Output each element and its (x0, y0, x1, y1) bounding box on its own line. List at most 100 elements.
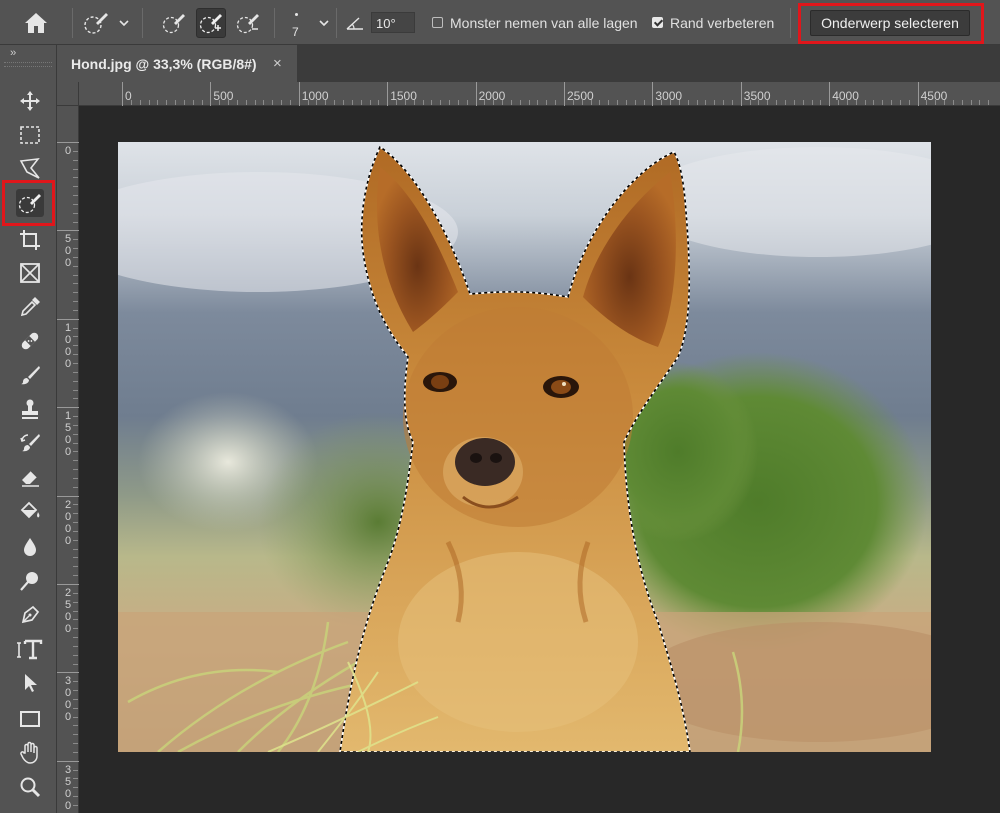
vertical-ruler[interactable]: 0 500 1000 1500 2000 2500 3000 3500 (57, 106, 79, 813)
brush-icon (21, 366, 40, 385)
ruler-minor-tick (661, 100, 663, 105)
ruler-minor-tick (73, 292, 78, 294)
enhance-edge-label: Rand verbeteren (670, 14, 775, 31)
ruler-minor-tick (245, 100, 247, 105)
history-brush-tool[interactable] (16, 429, 44, 457)
document-title: Hond.jpg @ 33,3% (RGB/8#) (71, 55, 257, 72)
ruler-minor-tick (73, 424, 78, 426)
ruler-minor-tick (130, 100, 132, 105)
eraser-tool[interactable] (16, 463, 44, 491)
ruler-minor-tick (73, 380, 78, 382)
ruler-minor-tick (73, 698, 78, 700)
checkbox-unchecked[interactable] (432, 17, 443, 28)
ruler-label: 3500 (64, 763, 72, 812)
horizontal-ruler[interactable]: 0 500 1000 1500 2000 2500 3000 3500 4000 4500 (79, 82, 1000, 106)
home-button[interactable] (24, 0, 48, 45)
brush-dot-icon (295, 13, 298, 16)
chevron-down-icon (319, 19, 329, 26)
ruler-minor-tick (590, 100, 592, 105)
eyedropper-tool[interactable] (16, 293, 44, 321)
type-tool[interactable] (16, 635, 44, 663)
ruler-minor-tick (820, 100, 822, 105)
ruler-minor-tick (281, 100, 283, 105)
ruler-minor-tick (369, 100, 371, 105)
ruler-origin[interactable] (57, 82, 79, 106)
ruler-minor-tick (73, 371, 78, 373)
move-icon (20, 91, 40, 111)
add-to-selection-button[interactable] (196, 7, 226, 38)
ruler-label: 500 (213, 89, 234, 103)
ruler-minor-tick (502, 100, 504, 105)
rectangle-tool[interactable] (16, 705, 44, 733)
dog-photo[interactable] (118, 142, 931, 752)
crop-icon (20, 230, 40, 250)
ruler-minor-tick (73, 513, 78, 515)
ruler-major-tick (57, 318, 79, 320)
frame-tool[interactable] (16, 259, 44, 287)
ruler-minor-tick (73, 212, 78, 214)
paint-bucket-tool[interactable] (16, 497, 44, 525)
ruler-minor-tick (73, 265, 78, 267)
zoom-tool[interactable] (16, 773, 44, 801)
brush-size-picker[interactable]: 7 (290, 0, 330, 45)
ruler-minor-tick (988, 100, 990, 105)
dodge-tool[interactable] (16, 567, 44, 595)
checkbox-checked[interactable] (652, 17, 663, 28)
crop-tool[interactable] (16, 226, 44, 254)
ruler-minor-tick (73, 716, 78, 718)
ruler-major-tick (57, 672, 79, 674)
ruler-minor-tick (73, 522, 78, 524)
ruler-minor-tick (846, 100, 848, 105)
ruler-minor-tick (73, 548, 78, 550)
ruler-minor-tick (73, 283, 78, 285)
ruler-minor-tick (935, 100, 937, 105)
marquee-tool[interactable] (16, 121, 44, 149)
select-subject-button[interactable]: Onderwerp selecteren (810, 10, 970, 36)
clone-stamp-tool[interactable] (16, 395, 44, 423)
collapse-toolbar-icon[interactable]: ›› (10, 47, 16, 59)
sample-all-layers-checkbox[interactable]: Monster nemen van alle lagen (432, 0, 638, 45)
ruler-minor-tick (73, 575, 78, 577)
enhance-edge-checkbox[interactable]: Rand verbeteren (652, 0, 774, 45)
ruler-major-tick (475, 82, 477, 106)
ruler-minor-tick (272, 100, 274, 105)
path-selection-tool[interactable] (16, 669, 44, 697)
hand-tool[interactable] (16, 739, 44, 767)
tool-preset-picker[interactable] (82, 0, 130, 45)
ruler-major-tick (57, 230, 79, 232)
ruler-minor-tick (891, 100, 893, 105)
ruler-minor-tick (73, 477, 78, 479)
ruler-minor-tick (73, 327, 78, 329)
pen-tool[interactable] (16, 601, 44, 629)
ruler-minor-tick (73, 451, 78, 453)
document-tab-bar: Hond.jpg @ 33,3% (RGB/8#) × (57, 45, 1000, 82)
document-tab[interactable]: Hond.jpg @ 33,3% (RGB/8#) × (57, 45, 297, 82)
ruler-major-tick (298, 82, 300, 106)
photo-rendering (118, 142, 931, 752)
brush-tool[interactable] (16, 361, 44, 389)
healing-brush-tool[interactable] (16, 327, 44, 355)
lasso-tool[interactable] (16, 155, 44, 183)
ruler-minor-tick (219, 100, 221, 105)
ruler-minor-tick (325, 100, 327, 105)
ruler-minor-tick (378, 100, 380, 105)
toolbar-grip[interactable] (4, 62, 52, 67)
ruler-minor-tick (944, 100, 946, 105)
move-tool[interactable] (16, 87, 44, 115)
angle-input[interactable]: 10° (371, 12, 415, 33)
subtract-from-selection-button[interactable] (234, 9, 262, 37)
ruler-minor-tick (767, 100, 769, 105)
new-selection-button[interactable] (160, 9, 188, 37)
ruler-minor-tick (73, 530, 78, 532)
ruler-minor-tick (343, 100, 344, 105)
ruler-minor-tick (351, 100, 353, 105)
blur-tool[interactable] (16, 533, 44, 561)
ruler-major-tick (210, 82, 212, 106)
ruler-minor-tick (73, 504, 78, 506)
ruler-major-tick (57, 760, 79, 762)
close-tab-icon[interactable]: × (273, 55, 282, 72)
quick-selection-tool[interactable] (16, 189, 44, 217)
ruler-minor-tick (979, 100, 981, 105)
ruler-minor-tick (519, 100, 521, 105)
canvas-area[interactable] (79, 106, 1000, 813)
